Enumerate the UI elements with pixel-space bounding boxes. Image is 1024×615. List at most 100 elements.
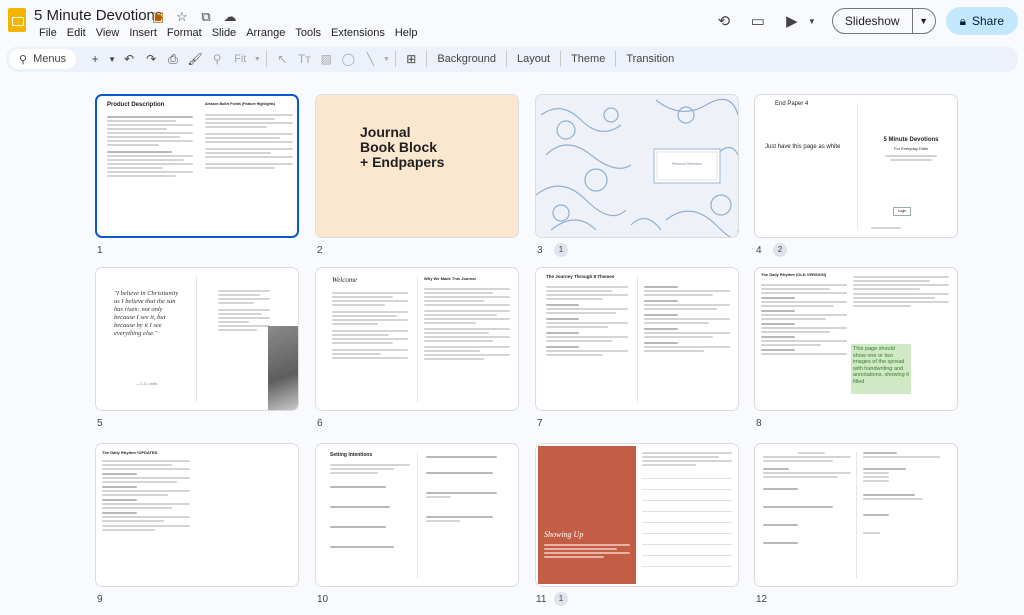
title-icons: ▣ ☆ ⧉ ☁: [150, 9, 238, 25]
comment-count-badge[interactable]: 1: [554, 243, 568, 257]
slide-number: 1: [97, 245, 103, 256]
slide-number: 7: [537, 418, 543, 429]
menu-arrange[interactable]: Arrange: [241, 27, 290, 39]
slide-5[interactable]: "I believe in Christianity as I believe …: [95, 267, 299, 411]
new-slide-dropdown-icon[interactable]: ▼: [106, 55, 118, 64]
slide-4-description: [885, 153, 937, 163]
slide-8[interactable]: The Daily Rhythm (OLD VERSION) This page…: [754, 267, 958, 411]
slide-7-left-text: [546, 284, 628, 358]
shape-icon[interactable]: ◯: [337, 52, 359, 66]
layout-button[interactable]: Layout: [511, 53, 556, 65]
page-divider: [417, 452, 418, 578]
menu-insert[interactable]: Insert: [124, 27, 162, 39]
slide-10-title: Setting Intentions: [330, 452, 373, 458]
slide-7[interactable]: The Journey Through 8 Themes: [535, 267, 739, 411]
zoom-icon[interactable]: ⚲: [206, 52, 228, 66]
menus-search[interactable]: ⚲ Menus: [9, 49, 77, 69]
zoom-dropdown-icon[interactable]: ▼: [252, 56, 262, 63]
slide-3[interactable]: Personal Reflection: [535, 94, 739, 238]
toolbar: ⚲ Menus + ▼ ↶ ↷ ⎙ 🖌︎ ⚲ Fit ▼ ↖ Tт ▨ ◯ ╲ …: [6, 46, 1018, 72]
slide-11-ruled-lines: [642, 478, 732, 567]
toolbar-divider: [560, 51, 562, 67]
search-icon: ⚲: [19, 53, 28, 66]
transition-button[interactable]: Transition: [620, 53, 680, 65]
menu-file[interactable]: File: [34, 27, 62, 39]
move-folder-icon[interactable]: ⧉: [198, 9, 214, 25]
toolbar-divider: [506, 51, 508, 67]
slide-9[interactable]: The Daily Rhythm *UPDATED: [95, 443, 299, 587]
slide-11[interactable]: Showing Up: [535, 443, 739, 587]
menu-tools[interactable]: Tools: [290, 27, 326, 39]
slide-4-left-text: Just have this page as white: [765, 144, 841, 150]
slide-number: 9: [97, 594, 103, 605]
slide-4-book-title: 5 Minute Devotions: [883, 137, 939, 143]
cloud-status-icon[interactable]: ☁: [222, 9, 238, 25]
slide-1[interactable]: Product Description Amazon Bullet Points…: [95, 94, 299, 238]
zoom-select[interactable]: Fit: [228, 53, 252, 65]
slide-8-annotation-note: This page should show one or two images …: [851, 344, 911, 394]
title-bar: 5 Minute Devotions ▣ ☆ ⧉ ☁ File Edit Vie…: [0, 0, 1024, 44]
slideshow-button-group: Slideshow ▼: [831, 8, 936, 34]
slide-2[interactable]: Journal Book Block + Endpapers: [315, 94, 519, 238]
star-icon[interactable]: ☆: [174, 9, 190, 25]
slide-6[interactable]: Welcome Why We Made This Journal: [315, 267, 519, 411]
redo-icon[interactable]: ↷: [140, 52, 162, 66]
slide-6-right-text: [424, 286, 510, 362]
select-cursor-icon[interactable]: ↖: [271, 52, 293, 66]
slideshow-button[interactable]: Slideshow: [833, 9, 913, 33]
slide-7-right-text: [644, 284, 730, 354]
slide-6-right-title: Why We Made This Journal: [424, 276, 476, 281]
slide-9-left-text: [102, 458, 190, 533]
slide-8-right-text: [853, 274, 949, 309]
labels-icon[interactable]: ▣: [150, 9, 166, 25]
slide-4[interactable]: End Paper 4 Just have this page as white…: [754, 94, 958, 238]
page-divider: [856, 452, 857, 578]
slide-12-right-text: [863, 450, 949, 536]
slide-10[interactable]: Setting Intentions: [315, 443, 519, 587]
slide-4-header: End Paper 4: [775, 101, 809, 107]
menu-extensions[interactable]: Extensions: [326, 27, 390, 39]
comments-icon[interactable]: ▭: [744, 7, 772, 35]
page-divider: [196, 276, 197, 402]
meet-dropdown-icon[interactable]: ▼: [806, 7, 818, 35]
slide-12[interactable]: [754, 443, 958, 587]
menu-edit[interactable]: Edit: [62, 27, 91, 39]
slide-11-script-title: Showing Up: [544, 530, 584, 539]
comment-count-badge[interactable]: 2: [773, 243, 787, 257]
slide-1-right-text: [205, 112, 293, 171]
theme-button[interactable]: Theme: [565, 53, 611, 65]
line-dropdown-icon[interactable]: ▼: [381, 56, 391, 63]
slide-number: 6: [317, 418, 323, 429]
slide-6-welcome: Welcome: [332, 276, 358, 284]
slide-5-attribution: — C.S. Lewis: [136, 382, 158, 386]
slideshow-options-icon[interactable]: ▼: [913, 16, 935, 26]
version-history-icon[interactable]: ⟲: [710, 7, 738, 35]
slide-number: 11: [536, 594, 547, 605]
slide-5-photo: [268, 326, 298, 410]
slide-1-right-title: Amazon Bullet Points (Feature Highlights…: [205, 102, 276, 106]
menu-bar: File Edit View Insert Format Slide Arran…: [34, 27, 422, 39]
add-comment-icon[interactable]: ⊞: [400, 52, 422, 66]
line-icon[interactable]: ╲: [359, 52, 381, 66]
text-box-icon[interactable]: Tт: [293, 52, 315, 66]
print-icon[interactable]: ⎙: [162, 52, 184, 67]
paint-format-icon[interactable]: 🖌︎: [184, 52, 206, 66]
undo-icon[interactable]: ↶: [118, 52, 140, 66]
image-icon[interactable]: ▨: [315, 52, 337, 66]
share-label: Share: [971, 14, 1004, 28]
background-button[interactable]: Background: [431, 53, 502, 65]
menu-format[interactable]: Format: [162, 27, 207, 39]
new-slide-icon[interactable]: +: [84, 52, 106, 66]
slide-5-quote: "I believe in Christianity as I believe …: [114, 290, 179, 337]
menu-help[interactable]: Help: [390, 27, 423, 39]
share-button[interactable]: 🔒︎ Share: [945, 7, 1018, 35]
comment-count-badge[interactable]: 1: [554, 592, 568, 606]
menu-view[interactable]: View: [91, 27, 125, 39]
toile-pattern: [536, 95, 738, 237]
document-title[interactable]: 5 Minute Devotions: [34, 7, 162, 24]
slides-logo-icon[interactable]: [8, 8, 26, 32]
menu-slide[interactable]: Slide: [207, 27, 241, 39]
meet-icon[interactable]: ▶: [778, 7, 806, 35]
slide-7-title: The Journey Through 8 Themes: [546, 274, 615, 279]
login-button[interactable]: Login: [893, 207, 911, 216]
